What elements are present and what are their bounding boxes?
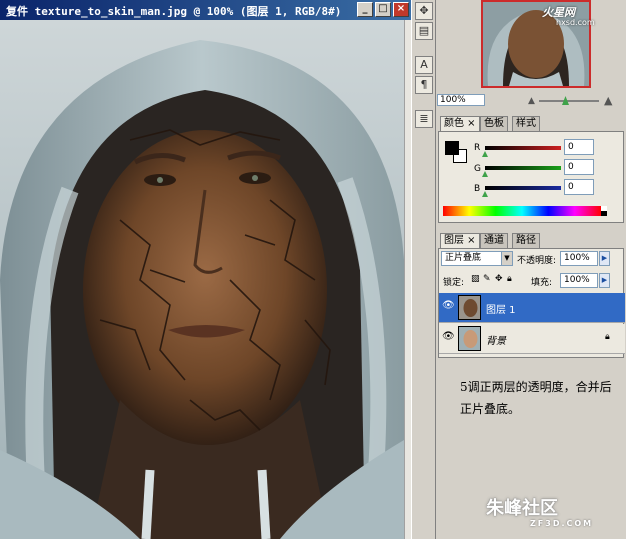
lock-position-icon[interactable]: ✥ [495,274,503,284]
green-label: G [474,164,481,174]
fill-label: 填充: [531,278,553,288]
red-value-input[interactable]: 0 [564,139,594,155]
tab-layers[interactable]: 图层 × [440,233,480,248]
fill-input[interactable]: 100% [560,273,598,288]
type-icon[interactable]: A [415,56,433,74]
paragraph-icon[interactable]: ¶ [415,76,433,94]
opacity-arrow-icon[interactable]: ▶ [599,251,610,266]
notes-icon[interactable]: ≣ [415,110,433,128]
color-panel-tabs: 颜色 × 色板 样式 [440,116,626,131]
blue-value-input[interactable]: 0 [564,179,594,195]
red-label: R [474,143,481,153]
fill-arrow-icon[interactable]: ▶ [599,273,610,288]
blue-slider-marker[interactable] [482,191,488,197]
document-titlebar[interactable]: 复件 texture_to_skin_man.jpg @ 100% (图层 1,… [0,0,411,20]
tool-strip: ✥ ▤ A ¶ ≣ [411,0,436,539]
layers-panel: 正片叠底 ▼ 不透明度: 100% ▶ 锁定: ▧ ✎ ✥ 🔒︎ 填充: 100… [438,248,625,358]
zoom-slider[interactable] [539,100,599,102]
canvas-image[interactable] [0,20,404,539]
foreground-color-swatch-top [445,141,459,155]
close-button[interactable]: × [393,2,409,17]
opacity-input[interactable]: 100% [560,251,598,266]
move-icon[interactable]: ✥ [415,2,433,20]
lock-icon: 🔒︎ [605,332,610,342]
layer-name: 背景 [486,336,506,347]
color-panel: R 0 G 0 B 0 [438,131,624,223]
zoom-out-icon[interactable]: ▲ [528,96,535,106]
watermark-url: ZF3D.COM [530,519,594,528]
eye-icon[interactable]: 👁︎ [442,331,455,343]
document-title: 复件 texture_to_skin_man.jpg @ 100% (图层 1,… [6,5,342,18]
panel-dock: 火星网 hxsd.com 100% ▲ ▲ 颜色 × 色板 样式 R 0 G 0… [436,0,626,539]
minimize-button[interactable]: _ [357,2,373,17]
tab-styles[interactable]: 样式 [512,116,540,131]
maximize-button[interactable]: □ [375,2,391,17]
layer-row[interactable]: 👁︎ 背景 🔒︎ [439,324,625,354]
lock-transparency-icon[interactable]: ▧ [471,274,480,284]
red-slider[interactable] [485,146,561,150]
tab-swatches[interactable]: 色板 [480,116,508,131]
site-logo-url: hxsd.com [556,18,595,27]
layers-panel-tabs: 图层 × 通道 路径 [440,233,626,248]
blue-slider[interactable] [485,186,561,190]
tab-paths[interactable]: 路径 [512,233,540,248]
layer-row[interactable]: 👁︎ 图层 1 [439,293,625,323]
layer-name: 图层 1 [486,305,516,316]
blend-mode-value: 正片叠底 [445,253,482,263]
blend-mode-select[interactable]: 正片叠底 ▼ [441,251,513,266]
color-spectrum-bar[interactable] [443,206,601,216]
tutorial-note: 5调正两层的透明度，合并后正片叠底。 [460,380,612,416]
zoom-in-icon[interactable]: ▲ [604,94,612,107]
opacity-label: 不透明度: [517,256,557,266]
vertical-scrollbar[interactable] [404,20,411,539]
green-slider-marker[interactable] [482,171,488,177]
lock-all-icon[interactable]: 🔒︎ [507,274,512,284]
eye-icon[interactable]: 👁︎ [442,300,455,312]
tab-color[interactable]: 颜色 × [440,116,480,131]
zoom-input[interactable]: 100% [437,94,485,106]
layer-thumbnail [458,295,481,320]
green-value-input[interactable]: 0 [564,159,594,175]
blue-label: B [474,184,481,194]
green-slider[interactable] [485,166,561,170]
hooded-man-cracked-skin-photo [0,20,404,539]
black-white-swatch[interactable] [601,206,607,216]
red-slider-marker[interactable] [482,151,488,157]
lock-image-icon[interactable]: ✎ [483,274,491,284]
lock-label: 锁定: [443,278,465,288]
chevron-down-icon: ▼ [501,252,512,265]
document-window: 复件 texture_to_skin_man.jpg @ 100% (图层 1,… [0,0,411,539]
stamp-icon[interactable]: ▤ [415,22,433,40]
layer-thumbnail [458,326,481,351]
watermark-logo: 朱峰社区 [486,498,558,519]
tab-channels[interactable]: 通道 [480,233,508,248]
